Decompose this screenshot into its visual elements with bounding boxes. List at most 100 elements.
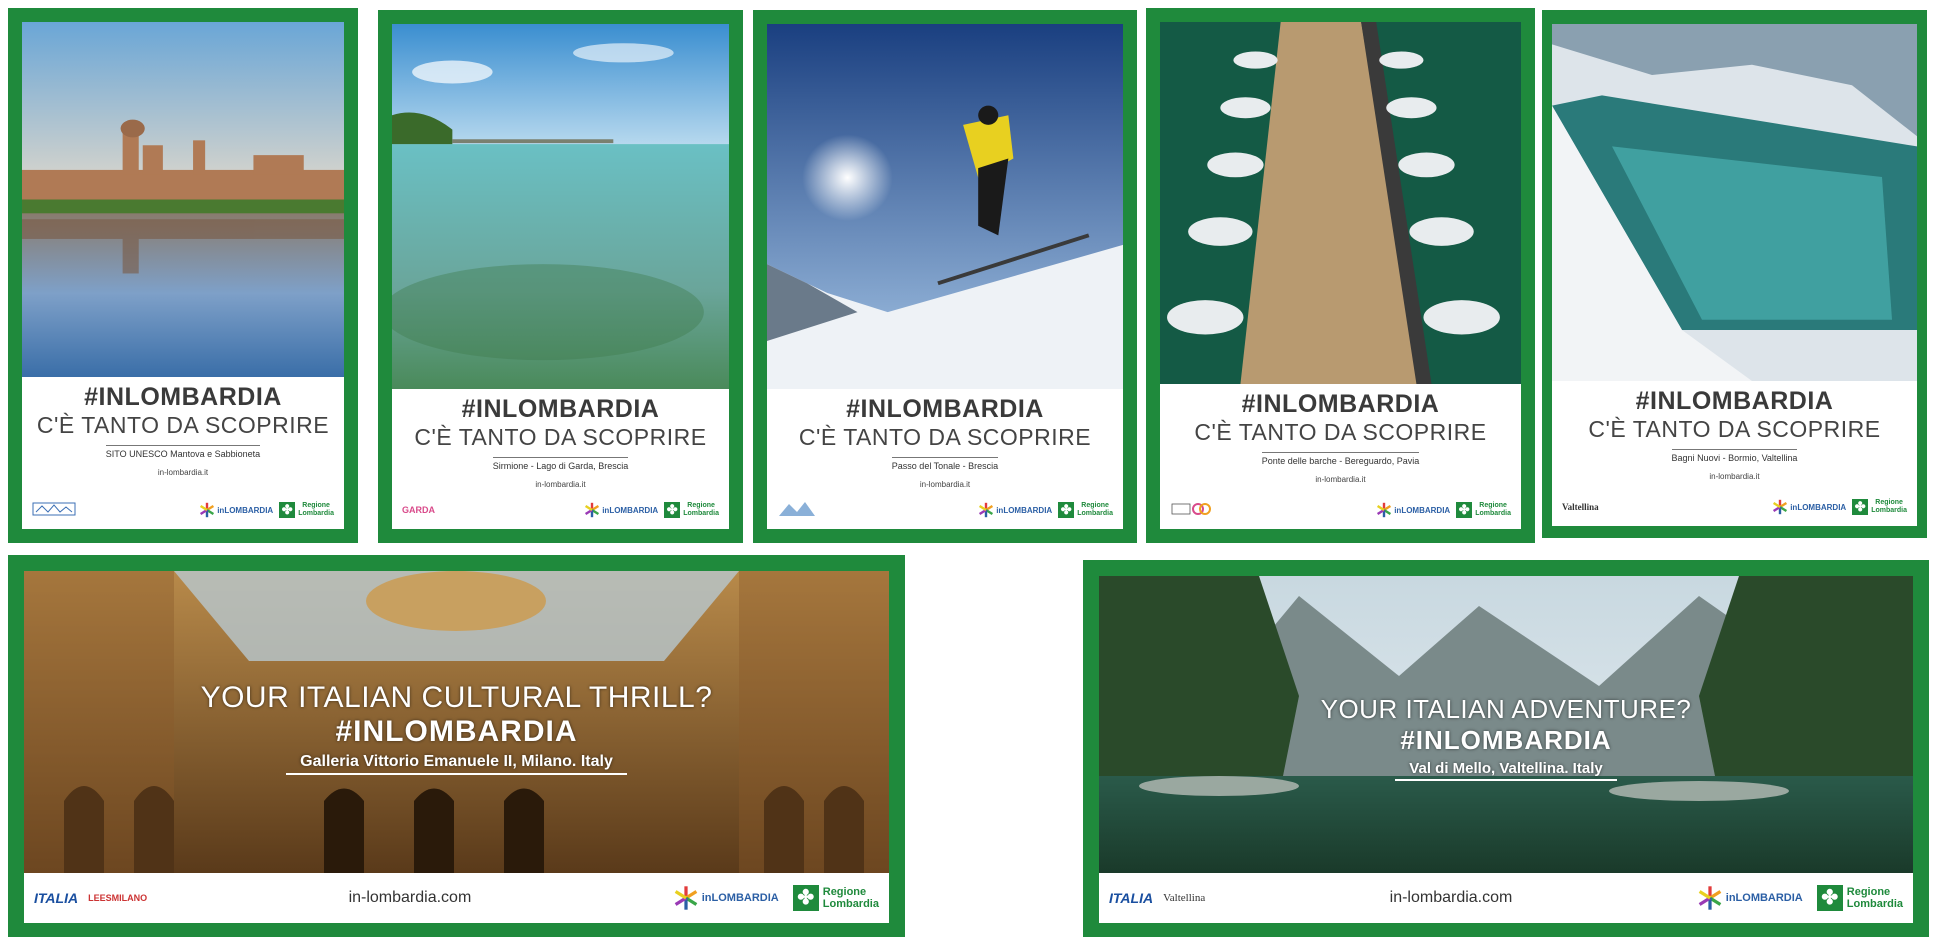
poster-ponte-barche: #INLOMBARDIA C'È TANTO DA SCOPRIRE Ponte… [1146, 8, 1535, 543]
hashtag-text: #INLOMBARDIA [84, 383, 282, 411]
tagline-text: C'È TANTO DA SCOPRIRE [1588, 416, 1881, 442]
regione-lombardia-logo: ✤ Regione Lombardia [279, 502, 334, 518]
regione-line1: Regione [1875, 499, 1903, 506]
sponsor-logos: inLOMBARDIA ✤ Regione Lombardia [1376, 502, 1511, 518]
hashtag-text: #INLOMBARDIA [846, 395, 1044, 423]
poster-caption: #INLOMBARDIA C'È TANTO DA SCOPRIRE SITO … [22, 377, 344, 529]
inlombardia-burst-icon [1773, 499, 1788, 515]
regione-line2: Lombardia [1846, 898, 1903, 910]
inlombardia-logo: inLOMBARDIA [978, 502, 1052, 518]
poster-photo-ponte [1160, 22, 1521, 384]
banner-overlay: YOUR ITALIAN ADVENTURE? #INLOMBARDIA Val… [1099, 694, 1913, 781]
regione-lombardia-logo: ✤ Regione Lombardia [1852, 499, 1907, 515]
banner-photo-galleria: YOUR ITALIAN CULTURAL THRILL? #INLOMBARD… [24, 571, 889, 873]
regione-line2: Lombardia [1077, 510, 1113, 517]
banner-left-logos: ITALIA Valtellina [1109, 890, 1205, 906]
banner-url[interactable]: in-lombardia.com [349, 889, 472, 907]
url-text: in-lombardia.it [157, 468, 209, 477]
mountain-logo [777, 500, 817, 520]
rosa-camuna-icon: ✤ [1852, 499, 1869, 515]
inlombardia-burst-icon [585, 502, 600, 518]
tagline-text: C'È TANTO DA SCOPRIRE [36, 412, 330, 438]
tagline-text: C'È TANTO DA SCOPRIRE [1194, 419, 1487, 445]
italia-logo: ITALIA [1109, 890, 1154, 906]
inlombardia-burst-icon [200, 502, 215, 518]
inlombardia-logo-text: inLOMBARDIA [1725, 892, 1803, 904]
inlombardia-logo: inLOMBARDIA [1697, 885, 1803, 911]
inlombardia-burst-icon [1698, 886, 1722, 910]
banner-footer: ITALIA Valtellina in-lombardia.com inLOM… [1099, 873, 1913, 923]
poster-inner: #INLOMBARDIA C'È TANTO DA SCOPRIRE Bagni… [1552, 24, 1917, 526]
banner-hashtag: #INLOMBARDIA [1400, 725, 1612, 755]
inlombardia-logo-text: inLOMBARDIA [602, 505, 659, 515]
hashtag-text: #INLOMBARDIA [461, 395, 660, 423]
regione-line1: Regione [302, 502, 330, 509]
poster-bagni-nuovi: #INLOMBARDIA C'È TANTO DA SCOPRIRE Bagni… [1542, 10, 1927, 538]
inlombardia-logo: inLOMBARDIA [1772, 499, 1846, 515]
poster-caption: #INLOMBARDIA C'È TANTO DA SCOPRIRE Ponte… [1160, 384, 1521, 529]
regione-line2: Lombardia [298, 510, 334, 517]
banner-url[interactable]: in-lombardia.com [1390, 889, 1513, 907]
regione-line1: Regione [1479, 502, 1507, 509]
url-text: in-lombardia.it [1315, 475, 1366, 484]
poster-inner: #INLOMBARDIA C'È TANTO DA SCOPRIRE SITO … [22, 22, 344, 529]
poster-logos: Valtellina inLOMBARDIA ✤ Regione Lombardi… [1562, 496, 1907, 518]
regione-lombardia-logo: ✤ Regione Lombardia [1816, 885, 1903, 911]
rosa-camuna-icon: ✤ [664, 502, 681, 518]
pavia-logo [1170, 500, 1214, 520]
poster-caption: #INLOMBARDIA C'È TANTO DA SCOPRIRE Passo… [767, 389, 1123, 529]
poster-photo-bagni [1552, 24, 1917, 381]
regione-lombardia-logo: ✤ Regione Lombardia [1058, 502, 1113, 518]
inlombardia-logo-text: inLOMBARDIA [996, 505, 1053, 515]
poster-logos: inLOMBARDIA ✤ Regione Lombardia [1170, 499, 1511, 521]
banner-location: Val di Mello, Valtellina. Italy [1395, 758, 1617, 781]
banner-overlay: YOUR ITALIAN CULTURAL THRILL? #INLOMBARD… [24, 681, 889, 775]
poster-inner: #INLOMBARDIA C'È TANTO DA SCOPRIRE Sirmi… [392, 24, 729, 529]
banner-question: YOUR ITALIAN ADVENTURE? [1320, 694, 1692, 724]
regione-lombardia-logo: ✤ Regione Lombardia [664, 502, 719, 518]
poster-photo-tonale [767, 24, 1123, 389]
rosa-camuna-icon: ✤ [1058, 502, 1075, 518]
poster-mantova: #INLOMBARDIA C'È TANTO DA SCOPRIRE SITO … [8, 8, 358, 543]
inlombardia-burst-icon [979, 502, 994, 518]
poster-sirmione: #INLOMBARDIA C'È TANTO DA SCOPRIRE Sirmi… [378, 10, 743, 543]
banner-question: YOUR ITALIAN CULTURAL THRILL? [200, 681, 713, 714]
italia-logo: ITALIA [34, 890, 79, 906]
regione-line1: Regione [687, 502, 715, 509]
regione-lombardia-logo: ✤ Regione Lombardia [1456, 502, 1511, 518]
inlombardia-logo: inLOMBARDIA [584, 502, 658, 518]
banner-location: Galleria Vittorio Emanuele II, Milano. I… [286, 751, 627, 775]
inlombardia-logo: inLOMBARDIA [199, 502, 273, 518]
regione-line2: Lombardia [1871, 507, 1907, 514]
valtellina-logo: Valtellina [1163, 892, 1206, 904]
hashtag-text: #INLOMBARDIA [1241, 390, 1440, 418]
inlombardia-logo-text: inLOMBARDIA [217, 505, 274, 515]
leesmilano-logo: LEESMILANO [88, 893, 148, 903]
location-text: SITO UNESCO Mantova e Sabbioneta [105, 445, 261, 459]
inlombardia-burst-icon [1377, 502, 1392, 518]
sponsor-logos: inLOMBARDIA ✤ Regione Lombardia [1772, 499, 1907, 515]
regione-line1: Regione [1846, 886, 1891, 898]
mantova-logo [32, 500, 76, 520]
banner-inner: YOUR ITALIAN CULTURAL THRILL? #INLOMBARD… [24, 571, 889, 923]
regione-line2: Lombardia [683, 510, 719, 517]
garda-logo: GARDA [402, 505, 435, 515]
inlombardia-logo: inLOMBARDIA [1376, 502, 1450, 518]
banner-left-logos: ITALIA LEESMILANO [34, 890, 147, 906]
banner-right-logos: inLOMBARDIA ✤ Regione Lombardia [1697, 885, 1903, 911]
url-text: in-lombardia.it [919, 480, 971, 489]
rosa-camuna-icon: ✤ [1816, 885, 1843, 911]
poster-inner: #INLOMBARDIA C'È TANTO DA SCOPRIRE Passo… [767, 24, 1123, 529]
inlombardia-logo: inLOMBARDIA [673, 885, 779, 911]
banner-hashtag: #INLOMBARDIA [335, 715, 578, 748]
banner-galleria: YOUR ITALIAN CULTURAL THRILL? #INLOMBARD… [8, 555, 905, 937]
poster-inner: #INLOMBARDIA C'È TANTO DA SCOPRIRE Ponte… [1160, 22, 1521, 529]
poster-tonale: #INLOMBARDIA C'È TANTO DA SCOPRIRE Passo… [753, 10, 1137, 543]
location-text: Passo del Tonale - Brescia [891, 457, 999, 471]
valtellina-logo: Valtellina [1562, 502, 1599, 512]
rosa-camuna-icon: ✤ [1456, 502, 1473, 518]
poster-photo-sirmione [392, 24, 729, 389]
regione-line2: Lombardia [1475, 510, 1511, 517]
regione-lombardia-logo: ✤ Regione Lombardia [792, 885, 879, 911]
location-text: Sirmione - Lago di Garda, Brescia [492, 457, 629, 471]
